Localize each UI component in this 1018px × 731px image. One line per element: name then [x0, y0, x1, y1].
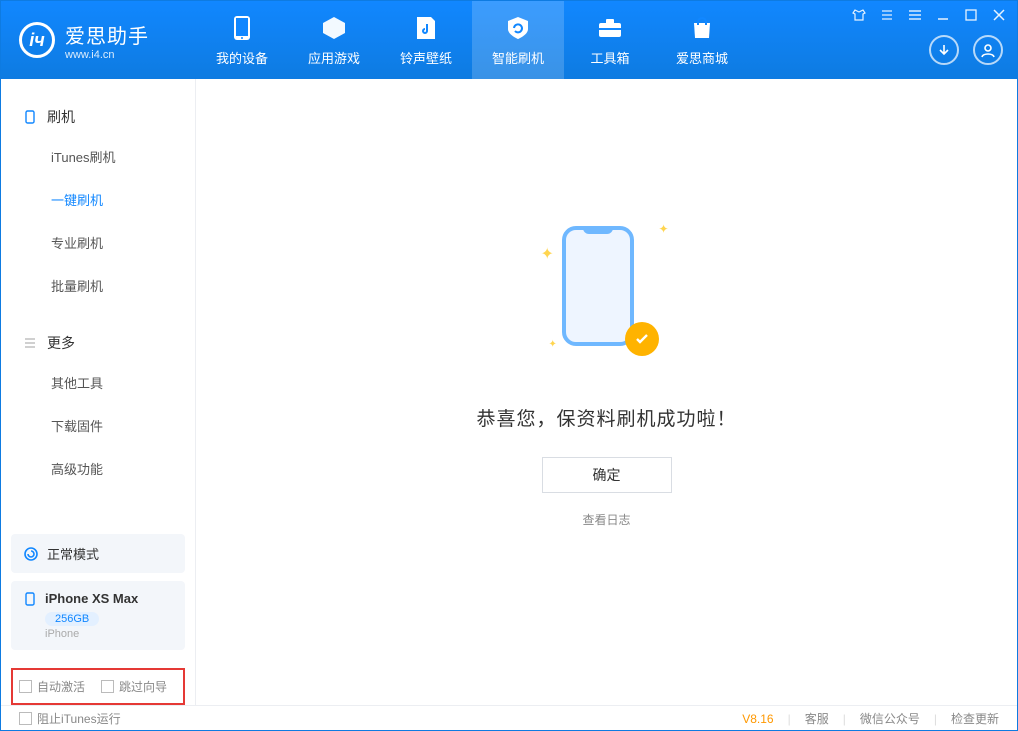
- bag-icon: [688, 14, 716, 42]
- ok-button[interactable]: 确定: [542, 457, 672, 493]
- footer-link-update[interactable]: 检查更新: [951, 710, 999, 727]
- sidebar-item-batch-flash[interactable]: 批量刷机: [51, 264, 195, 307]
- checkbox-auto-activate[interactable]: 自动激活: [19, 678, 85, 695]
- window-controls: [851, 7, 1007, 23]
- success-message: 恭喜您，保资料刷机成功啦！: [476, 404, 736, 431]
- device-small-icon: [23, 110, 37, 124]
- toolbox-icon: [596, 14, 624, 42]
- sidebar-item-download-firmware[interactable]: 下载固件: [51, 404, 195, 447]
- logo-icon: iч: [19, 22, 55, 58]
- menu-small-icon: [23, 336, 37, 350]
- device-type: iPhone: [45, 628, 173, 640]
- sidebar-group-more: 更多: [1, 325, 195, 361]
- header-right-actions: [929, 35, 1003, 65]
- app-logo: iч 爱思助手 www.i4.cn: [1, 20, 196, 61]
- sidebar-item-advanced[interactable]: 高级功能: [51, 447, 195, 490]
- options-highlight-box: 自动激活 跳过向导: [11, 668, 185, 705]
- device-capacity: 256GB: [45, 612, 99, 626]
- sparkle-icon: ✦: [549, 339, 557, 350]
- tab-apps[interactable]: 应用游戏: [288, 1, 380, 79]
- checkbox-skip-guide[interactable]: 跳过向导: [101, 678, 167, 695]
- phone-small-icon: [23, 592, 37, 606]
- main-content: ✦ ✦ ✦ 恭喜您，保资料刷机成功啦！ 确定 查看日志: [196, 79, 1017, 705]
- sidebar-item-itunes-flash[interactable]: iTunes刷机: [51, 135, 195, 178]
- success-illustration: ✦ ✦ ✦: [547, 216, 667, 376]
- close-icon[interactable]: [991, 7, 1007, 23]
- menu-icon[interactable]: [907, 7, 923, 23]
- check-badge-icon: [625, 322, 659, 356]
- sidebar-item-onekey-flash[interactable]: 一键刷机: [51, 178, 195, 221]
- tab-store[interactable]: 爱思商城: [656, 1, 748, 79]
- app-header: iч 爱思助手 www.i4.cn 我的设备 应用游戏 铃声壁纸 智能刷机 工具…: [1, 1, 1017, 79]
- view-log-link[interactable]: 查看日志: [582, 511, 630, 528]
- shirt-icon[interactable]: [851, 7, 867, 23]
- shield-refresh-icon: [504, 14, 532, 42]
- app-url: www.i4.cn: [65, 49, 149, 61]
- minimize-icon[interactable]: [935, 7, 951, 23]
- refresh-icon: [23, 546, 39, 562]
- download-icon[interactable]: [929, 35, 959, 65]
- device-card[interactable]: iPhone XS Max 256GB iPhone: [11, 581, 185, 650]
- tab-my-device[interactable]: 我的设备: [196, 1, 288, 79]
- sparkle-icon: ✦: [658, 222, 668, 236]
- maximize-icon[interactable]: [963, 7, 979, 23]
- user-icon[interactable]: [973, 35, 1003, 65]
- phone-icon: [228, 14, 256, 42]
- device-name: iPhone XS Max: [45, 591, 138, 606]
- checkbox-block-itunes[interactable]: 阻止iTunes运行: [19, 710, 121, 727]
- sidebar-item-pro-flash[interactable]: 专业刷机: [51, 221, 195, 264]
- tab-toolbox[interactable]: 工具箱: [564, 1, 656, 79]
- list-icon[interactable]: [879, 7, 895, 23]
- status-bar: 阻止iTunes运行 V8.16 | 客服 | 微信公众号 | 检查更新: [1, 705, 1017, 731]
- sparkle-icon: ✦: [541, 244, 554, 264]
- tab-flash[interactable]: 智能刷机: [472, 1, 564, 79]
- cube-icon: [320, 14, 348, 42]
- sidebar-group-flash: 刷机: [1, 99, 195, 135]
- footer-link-wechat[interactable]: 微信公众号: [860, 710, 920, 727]
- tab-ringtones[interactable]: 铃声壁纸: [380, 1, 472, 79]
- sidebar-item-other-tools[interactable]: 其他工具: [51, 361, 195, 404]
- sidebar: 刷机 iTunes刷机 一键刷机 专业刷机 批量刷机 更多 其他工具 下载固件 …: [1, 79, 196, 705]
- app-name: 爱思助手: [65, 20, 149, 49]
- music-file-icon: [412, 14, 440, 42]
- device-mode-card[interactable]: 正常模式: [11, 534, 185, 573]
- footer-link-support[interactable]: 客服: [805, 710, 829, 727]
- version-label: V8.16: [742, 712, 773, 726]
- main-nav: 我的设备 应用游戏 铃声壁纸 智能刷机 工具箱 爱思商城: [196, 1, 748, 79]
